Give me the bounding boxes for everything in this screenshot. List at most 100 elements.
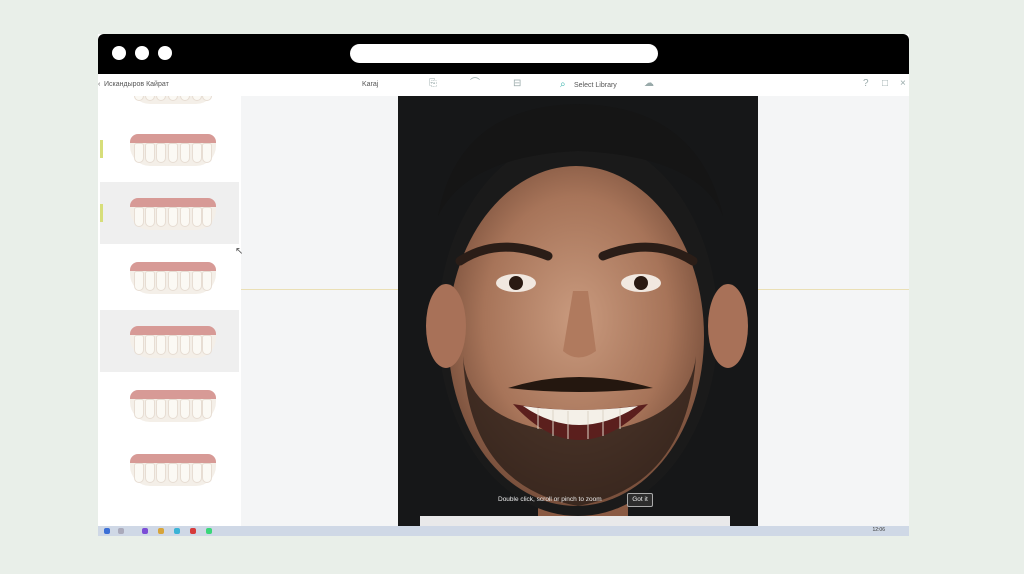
tooth (180, 96, 190, 101)
smile-teeth-preview (130, 262, 216, 294)
tooth (192, 207, 202, 227)
browser-window: ‹ Искандыров Кайрат Karaj ⎘ ⌒ ⊟ ⌕ Select… (98, 34, 909, 536)
tooth (134, 96, 144, 101)
tooth (202, 399, 212, 419)
tooth (145, 463, 155, 483)
smile-library-item[interactable] (100, 182, 239, 244)
patient-face-image (398, 96, 758, 528)
tooth (134, 335, 144, 355)
tooth (192, 271, 202, 291)
smile-teeth-preview (130, 96, 216, 104)
patient-name[interactable]: Искандыров Кайрат (104, 81, 169, 88)
chat-icon[interactable] (206, 528, 212, 534)
tooth (134, 399, 144, 419)
tooth (156, 335, 166, 355)
tooth (180, 143, 190, 163)
tooth (192, 335, 202, 355)
tooth (168, 271, 178, 291)
got-it-button[interactable]: Got it (627, 493, 653, 507)
smile-library-sidebar (98, 96, 241, 526)
tooth (202, 96, 212, 101)
section-label[interactable]: Karaj (362, 81, 378, 88)
tooth (202, 207, 212, 227)
smile-teeth-preview (130, 326, 216, 358)
tooth (168, 96, 178, 101)
tooth (202, 335, 212, 355)
smile-library-item[interactable] (100, 374, 239, 436)
ruler-icon[interactable]: ⊟ (513, 79, 521, 89)
tooth (202, 463, 212, 483)
tooth (192, 96, 202, 101)
selection-marker (100, 204, 103, 222)
tooth (192, 399, 202, 419)
start-icon[interactable] (104, 528, 110, 534)
smile-teeth-preview (130, 390, 216, 422)
app-toolbar: ‹ Искандыров Кайрат Karaj ⎘ ⌒ ⊟ ⌕ Select… (98, 74, 909, 98)
tooth (156, 271, 166, 291)
tooth (145, 96, 155, 101)
smile-library-item[interactable] (100, 96, 239, 118)
tooth (180, 271, 190, 291)
tab-select-library[interactable]: ⌕ Select Library (560, 78, 630, 98)
tooth (168, 399, 178, 419)
tooth (145, 207, 155, 227)
os-taskbar: 12:06 (98, 526, 909, 536)
browser-titlebar (98, 34, 909, 74)
cloud-download-icon[interactable]: ☁ (644, 79, 654, 89)
tooth (168, 143, 178, 163)
window-dot-close[interactable] (112, 46, 126, 60)
folder-icon[interactable] (158, 528, 164, 534)
tooth (145, 399, 155, 419)
close-icon[interactable]: × (900, 79, 906, 89)
smile-teeth-preview (130, 134, 216, 166)
selection-marker (100, 140, 103, 158)
window-icon[interactable]: □ (882, 79, 888, 89)
smile-library-item[interactable] (100, 310, 239, 372)
taskbar-clock: 12:06 (872, 527, 885, 533)
tooth (168, 463, 178, 483)
app-icon[interactable] (142, 528, 148, 534)
smile-teeth-preview (130, 454, 216, 486)
tooth (192, 463, 202, 483)
search-taskbar-icon[interactable] (118, 528, 124, 534)
smile-library-item[interactable] (100, 438, 239, 500)
tooth (168, 207, 178, 227)
window-dot-maximize[interactable] (158, 46, 172, 60)
tooth (156, 399, 166, 419)
smile-frame-icon[interactable]: ⌒ (470, 79, 480, 89)
tooth (145, 335, 155, 355)
help-icon[interactable]: ? (863, 79, 869, 89)
address-bar[interactable] (350, 44, 658, 63)
tooth (202, 143, 212, 163)
tooth (156, 207, 166, 227)
media-icon[interactable] (190, 528, 196, 534)
select-library-label: Select Library (574, 82, 617, 89)
tooth (156, 143, 166, 163)
patient-photo[interactable]: Double click, scroll or pinch to zoom Go… (398, 96, 758, 528)
tooth (168, 335, 178, 355)
tooth (145, 271, 155, 291)
tooth (202, 271, 212, 291)
tooth (134, 207, 144, 227)
back-chevron-icon[interactable]: ‹ (98, 81, 100, 88)
search-icon: ⌕ (560, 79, 566, 90)
mouse-cursor-icon: ↖ (235, 246, 244, 257)
tooth (156, 463, 166, 483)
tooth (156, 96, 166, 101)
tooth (180, 399, 190, 419)
tooth (134, 463, 144, 483)
window-dot-minimize[interactable] (135, 46, 149, 60)
tooth (180, 207, 190, 227)
tooth (145, 143, 155, 163)
photo-adjust-icon[interactable]: ⎘ (429, 79, 437, 89)
smile-library-item[interactable] (100, 118, 239, 180)
browser-icon[interactable] (174, 528, 180, 534)
smile-library-item[interactable] (100, 246, 239, 308)
zoom-hint-text: Double click, scroll or pinch to zoom (498, 496, 602, 503)
tooth (180, 463, 190, 483)
smile-teeth-preview (130, 198, 216, 230)
tooth (180, 335, 190, 355)
tooth (134, 143, 144, 163)
tooth (192, 143, 202, 163)
tooth (134, 271, 144, 291)
